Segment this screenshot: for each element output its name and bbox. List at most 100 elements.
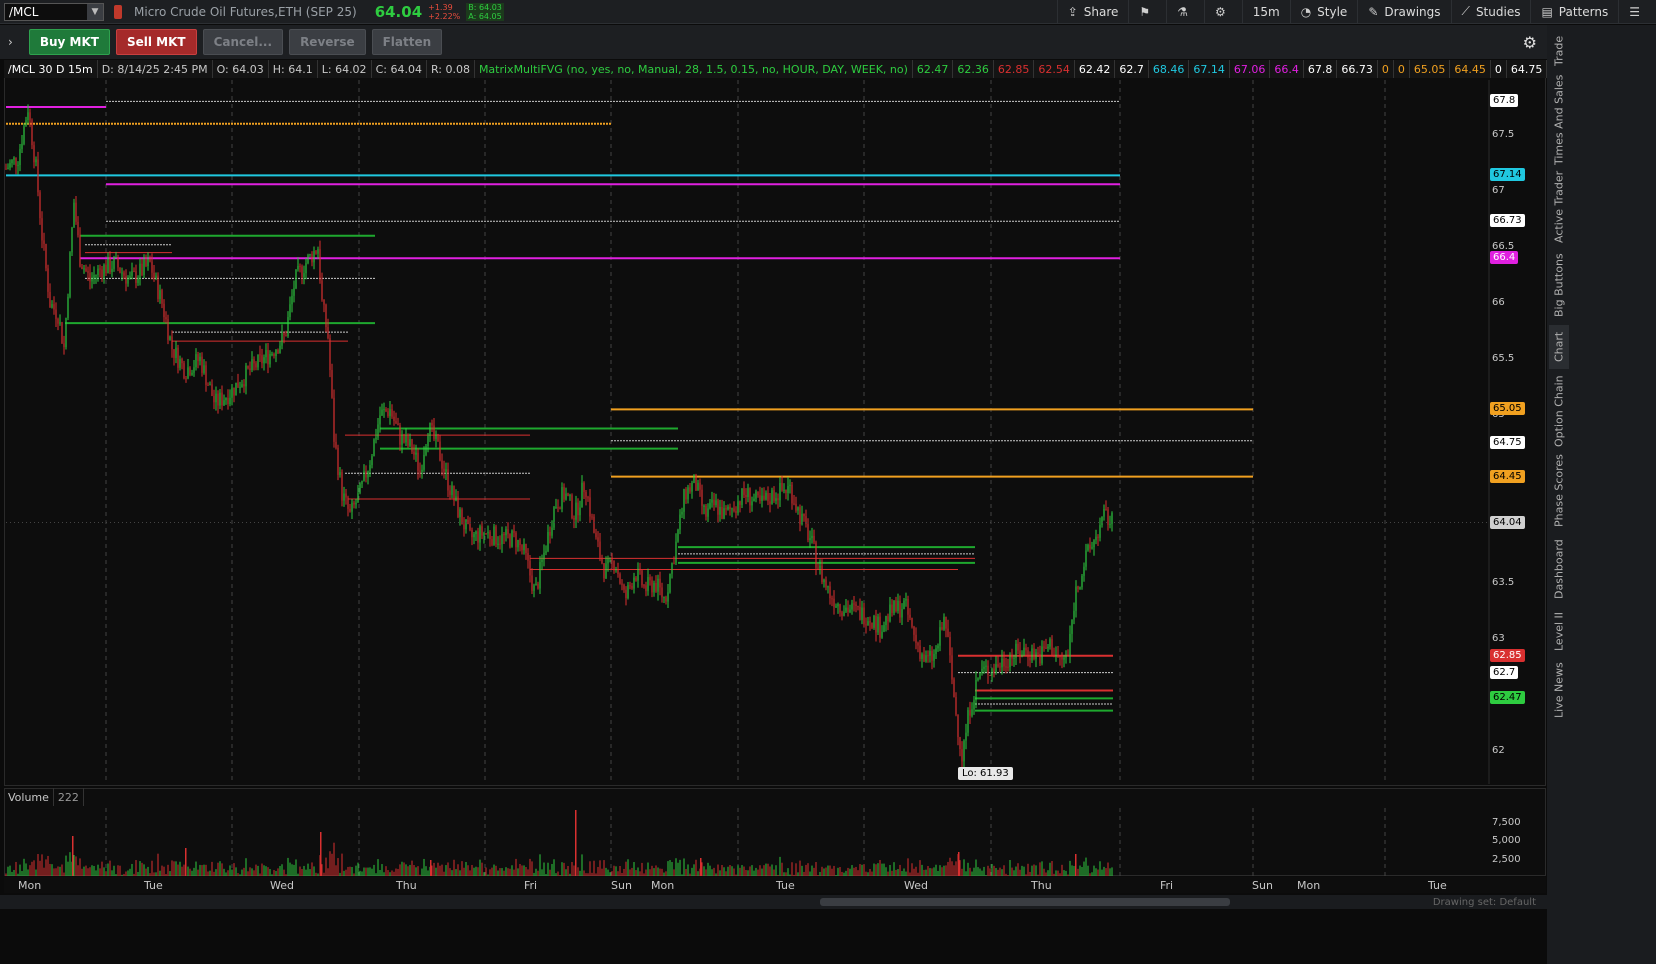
candle-body	[369, 465, 371, 471]
volume-spike	[575, 810, 577, 876]
price-tag: 64.45	[1490, 469, 1525, 483]
tab-times-and-sales[interactable]: Times And Sales	[1549, 75, 1569, 165]
tab-big-buttons[interactable]: Big Buttons	[1549, 253, 1569, 317]
candle-body	[909, 614, 911, 618]
volume-bar	[1109, 868, 1111, 876]
legend-value: 64.45	[1450, 60, 1491, 78]
candle-body	[589, 497, 591, 517]
candle-body	[1053, 655, 1055, 657]
volume-bar	[409, 864, 411, 876]
volume-bar	[1071, 865, 1073, 876]
candle-body	[393, 416, 395, 422]
volume-bar	[157, 853, 159, 876]
volume-bar	[447, 862, 449, 876]
candle-body	[557, 507, 559, 509]
candle-body	[417, 452, 419, 471]
candle-body	[983, 666, 985, 669]
candle-body	[861, 607, 863, 620]
volume-bar	[873, 863, 875, 876]
candle-body	[949, 636, 951, 656]
volume-bar	[887, 871, 889, 876]
candle-body	[1063, 657, 1065, 660]
tab-chart[interactable]: Chart	[1549, 325, 1569, 369]
tab-trade[interactable]: Trade	[1549, 31, 1569, 71]
volume-bar	[273, 870, 275, 876]
candle-body	[953, 679, 955, 698]
volume-bar	[901, 871, 903, 876]
candle-body	[787, 486, 789, 494]
volume-bar	[923, 869, 925, 876]
menu-button[interactable]: ☰	[1618, 0, 1656, 24]
volume-bar	[1051, 861, 1053, 876]
volume-bar	[395, 868, 397, 876]
chart-canvas[interactable]	[0, 0, 1547, 895]
legend-study[interactable]: MatrixMultiFVG (no, yes, no, Manual, 28,…	[475, 60, 913, 78]
candle-body	[917, 642, 919, 646]
candle-body	[495, 526, 497, 545]
candle-body	[415, 452, 417, 455]
volume-bar	[43, 867, 45, 876]
volume-bar	[127, 870, 129, 876]
volume-bar	[209, 870, 211, 876]
legend-value: 67.14	[1189, 60, 1230, 78]
candle-body	[817, 567, 819, 569]
volume-axis-2500: 2,500	[1492, 854, 1521, 865]
candle-body	[895, 600, 897, 612]
volume-bar	[813, 867, 815, 876]
volume-bar	[489, 869, 491, 876]
volume-bar	[559, 875, 561, 876]
volume-bar	[261, 863, 263, 876]
volume-bar	[993, 865, 995, 876]
volume-bar	[903, 868, 905, 876]
volume-bar	[733, 868, 735, 876]
drawing-set-label[interactable]: Drawing set: Default	[1433, 897, 1536, 908]
volume-bar	[547, 862, 549, 876]
volume-bar	[587, 873, 589, 876]
candle-body	[847, 607, 849, 612]
candle-body	[635, 577, 637, 581]
candle-body	[671, 562, 673, 574]
volume-bar	[81, 868, 83, 876]
candle-body	[723, 508, 725, 519]
volume-bar	[317, 873, 319, 876]
tab-live-news[interactable]: Live News	[1549, 661, 1569, 719]
volume-bar	[471, 864, 473, 876]
scrollbar-thumb[interactable]	[820, 898, 1230, 906]
candle-body	[999, 666, 1001, 668]
candle-body	[633, 577, 635, 589]
candle-body	[585, 491, 587, 498]
volume-bar	[749, 866, 751, 876]
volume-bar	[143, 864, 145, 876]
volume-bar	[823, 868, 825, 876]
volume-bar	[501, 868, 503, 876]
tab-dashboard[interactable]: Dashboard	[1549, 537, 1569, 601]
tab-level-ii[interactable]: Level II	[1549, 609, 1569, 653]
tab-phase-scores[interactable]: Phase Scores	[1549, 455, 1569, 528]
candle-body	[913, 626, 915, 635]
tab-option-chain[interactable]: Option Chain	[1549, 375, 1569, 447]
chart-scrollbar[interactable]	[0, 895, 1547, 909]
chart-legend: /MCL 30 D 15m D: 8/14/25 2:45 PM O: 64.0…	[4, 60, 1548, 78]
volume-legend: Volume 222	[4, 788, 84, 806]
volume-bar	[113, 865, 115, 876]
candle-body	[969, 710, 971, 716]
volume-bar	[1069, 860, 1071, 876]
time-axis-label: Thu	[396, 879, 417, 892]
candle-body	[193, 367, 195, 373]
candle-body	[247, 365, 249, 369]
candle-body	[421, 469, 423, 472]
volume-bar	[125, 871, 127, 876]
candle-body	[29, 112, 31, 121]
legend-value: 66.73	[1337, 60, 1378, 78]
candle-body	[227, 398, 229, 405]
volume-bar	[537, 870, 539, 876]
volume-bar	[367, 867, 369, 876]
volume-bar	[493, 864, 495, 876]
volume-bar	[453, 859, 455, 876]
candle-body	[1051, 639, 1053, 656]
volume-bar	[551, 863, 553, 876]
volume-bar	[691, 867, 693, 876]
tab-active-trader[interactable]: Active Trader	[1549, 171, 1569, 243]
volume-bar	[617, 871, 619, 876]
volume-bar	[237, 873, 239, 876]
